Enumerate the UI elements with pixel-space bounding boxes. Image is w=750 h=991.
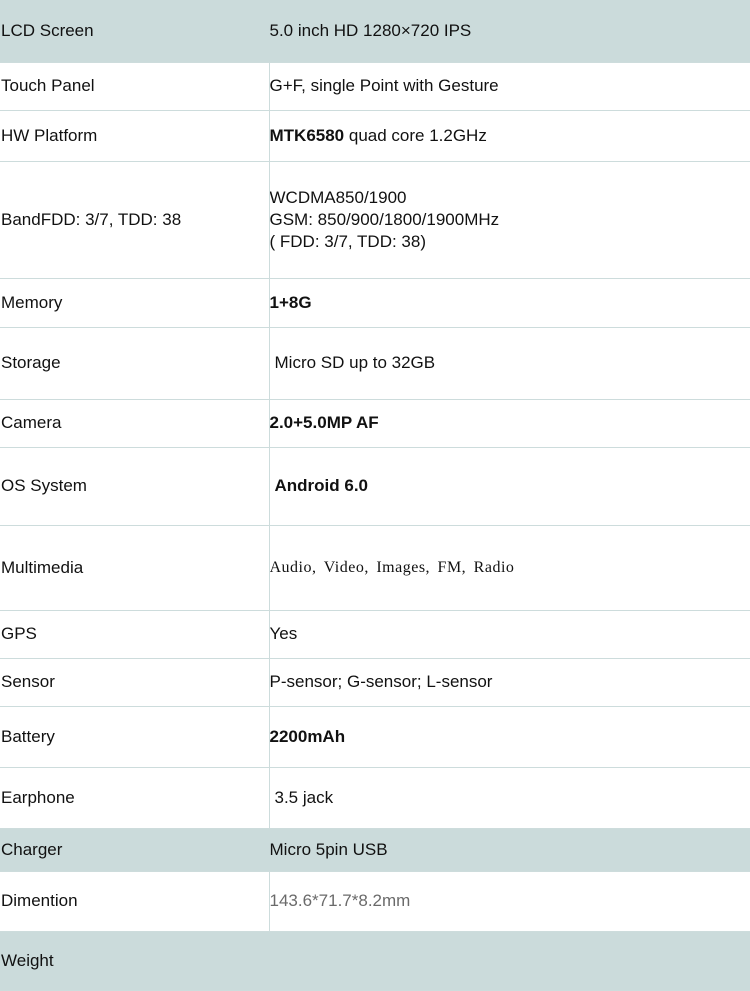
spec-value: Micro SD up to 32GB xyxy=(268,327,750,400)
spec-row-charger: Charger Micro 5pin USB xyxy=(0,828,750,872)
spec-label: Camera xyxy=(0,399,269,448)
spec-value-text: Android 6.0 xyxy=(274,476,369,495)
spec-value xyxy=(268,931,750,991)
spec-value: 143.6*71.7*8.2mm xyxy=(268,871,750,932)
spec-label: Touch Panel xyxy=(0,62,269,111)
spec-label: Weight xyxy=(0,931,269,991)
spec-label: LCD Screen xyxy=(0,0,269,63)
spec-row-os-system: OS System Android 6.0 xyxy=(0,447,750,526)
spec-label: Charger xyxy=(0,828,269,872)
spec-value: MTK6580 quad core 1.2GHz xyxy=(268,110,750,162)
spec-row-band: BandFDD: 3/7, TDD: 38 WCDMA850/1900 GSM:… xyxy=(0,161,750,279)
spec-value: Micro 5pin USB xyxy=(268,828,750,872)
platform-chip: MTK6580 xyxy=(269,125,345,145)
spec-label: Multimedia xyxy=(0,525,269,611)
spec-value: Audio, Video, Images, FM, Radio xyxy=(268,525,750,611)
spec-row-camera: Camera 2.0+5.0MP AF xyxy=(0,399,750,448)
spec-label: Battery xyxy=(0,706,269,768)
spec-row-multimedia: Multimedia Audio, Video, Images, FM, Rad… xyxy=(0,525,750,611)
spec-value: WCDMA850/1900 GSM: 850/900/1800/1900MHz … xyxy=(268,161,750,279)
spec-label: Storage xyxy=(0,327,269,400)
spec-table: LCD Screen 5.0 inch HD 1280×720 IPS Touc… xyxy=(0,0,750,991)
spec-label: OS System xyxy=(0,447,269,526)
spec-row-battery: Battery 2200mAh xyxy=(0,706,750,768)
spec-label: Sensor xyxy=(0,658,269,707)
spec-row-memory: Memory 1+8G xyxy=(0,278,750,328)
spec-row-lcd-screen: LCD Screen 5.0 inch HD 1280×720 IPS xyxy=(0,0,750,63)
spec-value: 1+8G xyxy=(268,278,750,328)
spec-value: 5.0 inch HD 1280×720 IPS xyxy=(268,0,750,63)
spec-row-storage: Storage Micro SD up to 32GB xyxy=(0,327,750,400)
spec-value: P-sensor; G-sensor; L-sensor xyxy=(268,658,750,707)
spec-label: GPS xyxy=(0,610,269,659)
spec-value: 2.0+5.0MP AF xyxy=(268,399,750,448)
spec-value: G+F, single Point with Gesture xyxy=(268,62,750,111)
spec-value: Android 6.0 xyxy=(268,447,750,526)
spec-label: HW Platform xyxy=(0,110,269,162)
spec-row-earphone: Earphone 3.5 jack xyxy=(0,767,750,829)
spec-value-text: Audio, Video, Images, FM, Radio xyxy=(269,559,515,576)
spec-value-text: Micro SD up to 32GB xyxy=(274,353,436,372)
spec-row-weight: Weight xyxy=(0,931,750,991)
spec-label: BandFDD: 3/7, TDD: 38 xyxy=(0,161,269,279)
spec-row-gps: GPS Yes xyxy=(0,610,750,659)
spec-value: Yes xyxy=(268,610,750,659)
band-line-wcdma: WCDMA850/1900 xyxy=(269,187,407,207)
spec-row-sensor: Sensor P-sensor; G-sensor; L-sensor xyxy=(0,658,750,707)
spec-label: Memory xyxy=(0,278,269,328)
band-line-gsm: GSM: 850/900/1800/1900MHz xyxy=(269,209,500,229)
platform-detail: quad core 1.2GHz xyxy=(344,125,487,145)
spec-value: 2200mAh xyxy=(268,706,750,768)
spec-label: Dimention xyxy=(0,871,269,932)
spec-value: 3.5 jack xyxy=(268,767,750,829)
band-line-lte: ( FDD: 3/7, TDD: 38) xyxy=(269,231,426,251)
spec-row-dimension: Dimention 143.6*71.7*8.2mm xyxy=(0,871,750,932)
spec-row-hw-platform: HW Platform MTK6580 quad core 1.2GHz xyxy=(0,110,750,162)
spec-row-touch-panel: Touch Panel G+F, single Point with Gestu… xyxy=(0,62,750,111)
spec-value-text: 3.5 jack xyxy=(274,787,334,807)
spec-label: Earphone xyxy=(0,767,269,829)
